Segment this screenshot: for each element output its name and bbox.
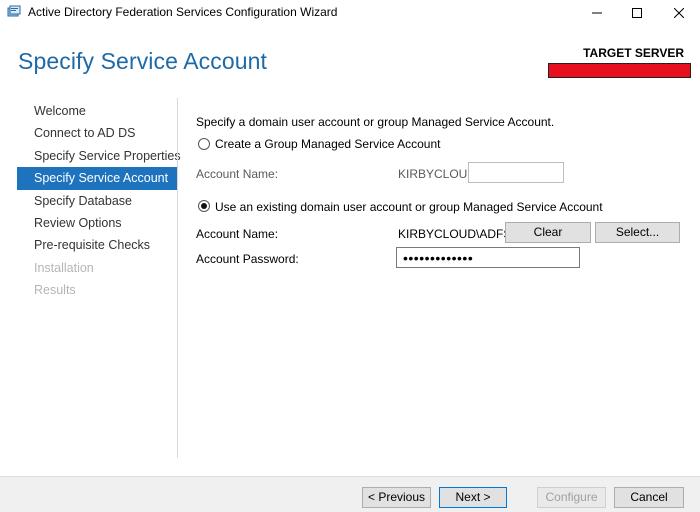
adfs-app-icon [7, 5, 21, 19]
nav-step-installation: Installation [34, 260, 94, 275]
wizard-footer: < Previous Next > Configure Cancel [0, 476, 700, 512]
nav-divider [177, 98, 178, 458]
account-name-value: KIRBYCLOUD\ADFS... [398, 227, 522, 241]
nav-step-database[interactable]: Specify Database [17, 190, 177, 212]
existing-account-radio-label[interactable]: Use an existing domain user account or g… [215, 200, 603, 214]
account-password-field[interactable]: ••••••••••••• [396, 247, 580, 268]
previous-button[interactable]: < Previous [362, 487, 431, 508]
nav-step-service-account[interactable]: Specify Service Account [17, 167, 177, 190]
window-title: Active Directory Federation Services Con… [28, 5, 338, 19]
target-server-label: TARGET SERVER [583, 46, 684, 60]
password-mask: ••••••••••••• [403, 250, 474, 266]
maximize-button[interactable] [614, 0, 660, 26]
wizard-steps-nav: Welcome Connect to AD DS Specify Service… [17, 100, 181, 302]
existing-account-radio[interactable] [198, 200, 210, 212]
title-bar: Active Directory Federation Services Con… [0, 0, 700, 26]
nav-step-connect-ad-ds[interactable]: Connect to AD DS [17, 122, 177, 144]
close-button[interactable] [656, 0, 700, 26]
account-password-label: Account Password: [196, 252, 299, 266]
nav-step-review-options[interactable]: Review Options [17, 212, 177, 234]
intro-text: Specify a domain user account or group M… [196, 115, 555, 129]
gmsa-account-name-label: Account Name: [196, 167, 279, 181]
target-server-redacted [548, 63, 691, 78]
select-button[interactable]: Select... [595, 222, 680, 243]
cancel-button[interactable]: Cancel [614, 487, 684, 508]
next-button[interactable]: Next > [439, 487, 507, 508]
nav-step-results: Results [34, 283, 76, 298]
clear-button[interactable]: Clear [505, 222, 591, 243]
gmsa-account-name-field[interactable] [468, 162, 564, 183]
account-name-label: Account Name: [196, 227, 279, 241]
gmsa-radio-label[interactable]: Create a Group Managed Service Account [215, 137, 440, 151]
page-title: Specify Service Account [18, 48, 268, 74]
nav-step-prereq-checks[interactable]: Pre-requisite Checks [17, 234, 177, 256]
nav-step-service-properties[interactable]: Specify Service Properties [17, 145, 181, 167]
gmsa-radio[interactable] [198, 138, 210, 150]
configure-button: Configure [537, 487, 606, 508]
nav-step-welcome[interactable]: Welcome [17, 100, 177, 122]
